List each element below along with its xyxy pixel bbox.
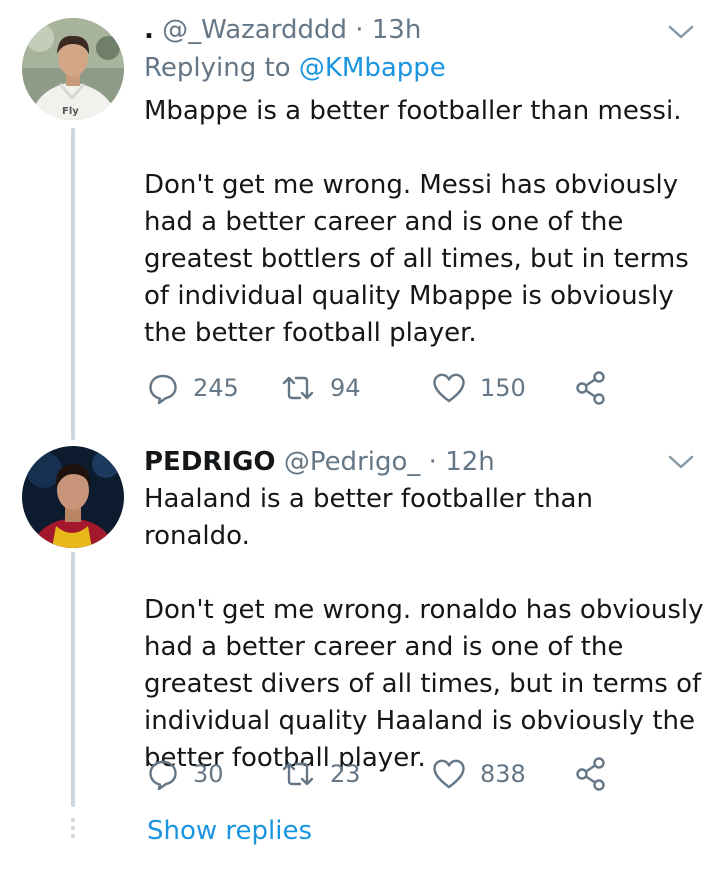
tweet-paragraph: Mbappe is a better footballer than messi… (144, 96, 682, 126)
heart-icon (433, 373, 465, 403)
avatar-image-icon: Fly (22, 18, 124, 120)
thread-line (71, 128, 75, 440)
reply-icon (149, 374, 177, 404)
tweet-paragraph: Haaland is a better footballer than rona… (144, 484, 593, 551)
retweet-count: 94 (330, 374, 361, 402)
like-count: 150 (480, 374, 526, 402)
tweet-header: PEDRIGO @Pedrigo_ · 12h (144, 446, 495, 478)
timestamp[interactable]: 12h (445, 447, 495, 477)
like-button[interactable]: 838 (432, 756, 526, 792)
handle[interactable]: @_Wazardddd (162, 15, 347, 45)
avatar-image-icon (22, 446, 124, 548)
tweet-paragraph: Don't get me wrong. ronaldo has obviousl… (144, 595, 704, 773)
replying-to-mention[interactable]: @KMbappe (299, 53, 446, 83)
retweet-button[interactable]: 23 (280, 756, 361, 792)
separator: · (420, 447, 446, 477)
like-button[interactable]: 150 (432, 370, 526, 406)
tweet-header: . @_Wazardddd · 13h (144, 14, 421, 46)
display-name[interactable]: . (144, 15, 154, 45)
replying-label: Replying to (144, 53, 291, 83)
separator: · (346, 15, 372, 45)
reply-button[interactable]: 245 (147, 370, 239, 406)
chevron-down-icon[interactable] (667, 452, 695, 472)
heart-icon (433, 759, 465, 789)
reply-icon (149, 760, 177, 790)
replying-to: Replying to @KMbappe (144, 52, 446, 84)
reply-count: 245 (193, 374, 239, 402)
svg-text:Fly: Fly (62, 106, 79, 117)
share-button[interactable] (575, 756, 607, 792)
tweet-paragraph: Don't get me wrong. Messi has obviously … (144, 170, 689, 348)
share-button[interactable] (575, 370, 607, 406)
reply-button[interactable]: 30 (147, 756, 224, 792)
avatar[interactable] (22, 446, 124, 548)
chevron-down-icon[interactable] (667, 22, 695, 42)
timestamp[interactable]: 13h (372, 15, 422, 45)
retweet-count: 23 (330, 760, 361, 788)
retweet-icon (282, 376, 314, 400)
tweet-text: Haaland is a better footballer than rona… (144, 481, 704, 777)
show-replies-link[interactable]: Show replies (147, 813, 312, 849)
tweet-actions: 30 23 838 (144, 756, 624, 792)
share-icon (576, 757, 605, 791)
handle[interactable]: @Pedrigo_ (284, 447, 421, 477)
avatar[interactable]: Fly (22, 18, 124, 120)
retweet-icon (282, 762, 314, 786)
display-name[interactable]: PEDRIGO (144, 447, 276, 477)
share-icon (576, 371, 605, 405)
thread-line (71, 552, 75, 807)
reply-count: 30 (193, 760, 224, 788)
like-count: 838 (480, 760, 526, 788)
retweet-button[interactable]: 94 (280, 370, 361, 406)
tweet-text: Mbappe is a better footballer than messi… (144, 93, 704, 352)
tweet-actions: 245 94 150 (144, 370, 624, 406)
thread-more-dots (71, 818, 75, 838)
